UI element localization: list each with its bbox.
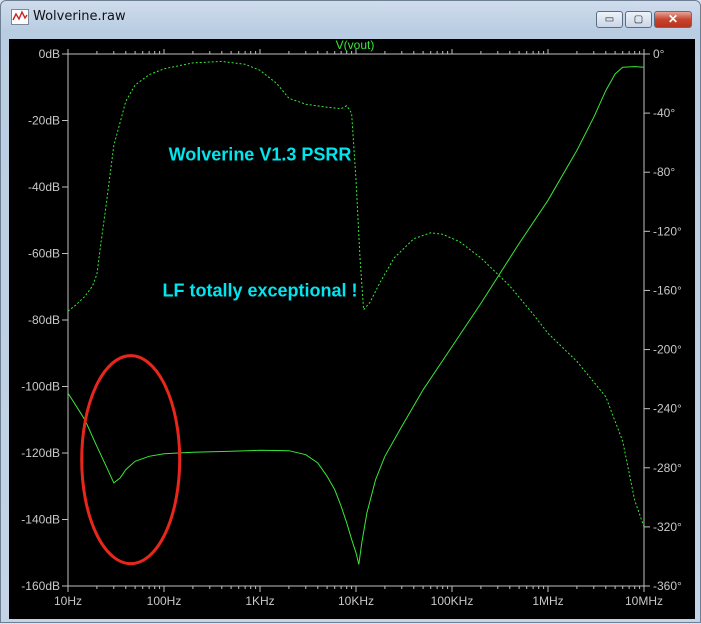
y-right-tick-label: -240° bbox=[653, 402, 682, 416]
y-left-tick-label: -60dB bbox=[28, 247, 60, 261]
window-title: Wolverine.raw bbox=[33, 9, 126, 24]
y-left-tick-label: -160dB bbox=[21, 579, 60, 593]
maximize-icon: ▢ bbox=[633, 14, 644, 25]
x-tick-label: 10MHz bbox=[625, 594, 663, 608]
y-left-tick-label: -80dB bbox=[28, 313, 60, 327]
y-right-tick-label: -120° bbox=[653, 224, 682, 238]
y-right-tick-label: -80° bbox=[653, 165, 675, 179]
minimize-button[interactable]: ▭ bbox=[596, 11, 623, 28]
y-left-tick-label: -140dB bbox=[21, 513, 60, 527]
x-tick-label: 100Hz bbox=[147, 594, 182, 608]
y-right-tick-label: -320° bbox=[653, 520, 682, 534]
chart-title: V(vout) bbox=[336, 39, 375, 52]
y-left-tick-label: 0dB bbox=[39, 47, 60, 61]
psrr-chart: V(vout) 10Hz 100Hz 1KHz 10KHz 100KHz 1MHz 10MH… bbox=[9, 38, 695, 619]
y-left-tick-label: -40dB bbox=[28, 180, 60, 194]
title-bar[interactable]: Wolverine.raw ▭ ▢ ✕ bbox=[1, 1, 700, 31]
y-left-tick-label: -20dB bbox=[28, 114, 60, 128]
x-tick-label: 1KHz bbox=[245, 594, 274, 608]
close-button[interactable]: ✕ bbox=[654, 11, 692, 28]
axes: 10Hz 100Hz 1KHz 10KHz 100KHz 1MHz 10MHz 0dB -20d… bbox=[21, 47, 682, 608]
waveform-plot-icon bbox=[11, 9, 29, 25]
close-icon: ✕ bbox=[667, 12, 679, 26]
traces bbox=[67, 60, 645, 565]
x-tick-label: 10KHz bbox=[338, 594, 374, 608]
y-right-tick-label: -40° bbox=[653, 106, 675, 120]
y-right-tick-label: -160° bbox=[653, 283, 682, 297]
plot-window: Wolverine.raw ▭ ▢ ✕ V(vout) 10Hz 100Hz 1KH… bbox=[0, 0, 701, 623]
y-right-tick-label: -280° bbox=[653, 461, 682, 475]
x-tick-label: 100KHz bbox=[431, 594, 474, 608]
plot-frame bbox=[67, 53, 645, 587]
x-tick-label: 10Hz bbox=[54, 594, 82, 608]
annotation-title: Wolverine V1.3 PSRR bbox=[169, 144, 352, 164]
y-right-tick-label: -200° bbox=[653, 343, 682, 357]
magnitude-trace bbox=[67, 66, 645, 565]
annotation-note: LF totally exceptional ! bbox=[162, 281, 357, 301]
y-right-tick-label: -360° bbox=[653, 579, 682, 593]
y-left-tick-label: -120dB bbox=[21, 446, 60, 460]
minimize-icon: ▭ bbox=[604, 14, 615, 25]
plot-area[interactable]: V(vout) 10Hz 100Hz 1KHz 10KHz 100KHz 1MHz 10MH… bbox=[9, 38, 695, 619]
annotations: Wolverine V1.3 PSRR LF totally exceptiona… bbox=[80, 144, 358, 566]
x-tick-label: 1MHz bbox=[532, 594, 563, 608]
highlight-ellipse bbox=[80, 354, 182, 566]
maximize-button[interactable]: ▢ bbox=[625, 11, 652, 28]
y-right-tick-label: 0° bbox=[653, 47, 665, 61]
y-left-tick-label: -100dB bbox=[21, 380, 60, 394]
